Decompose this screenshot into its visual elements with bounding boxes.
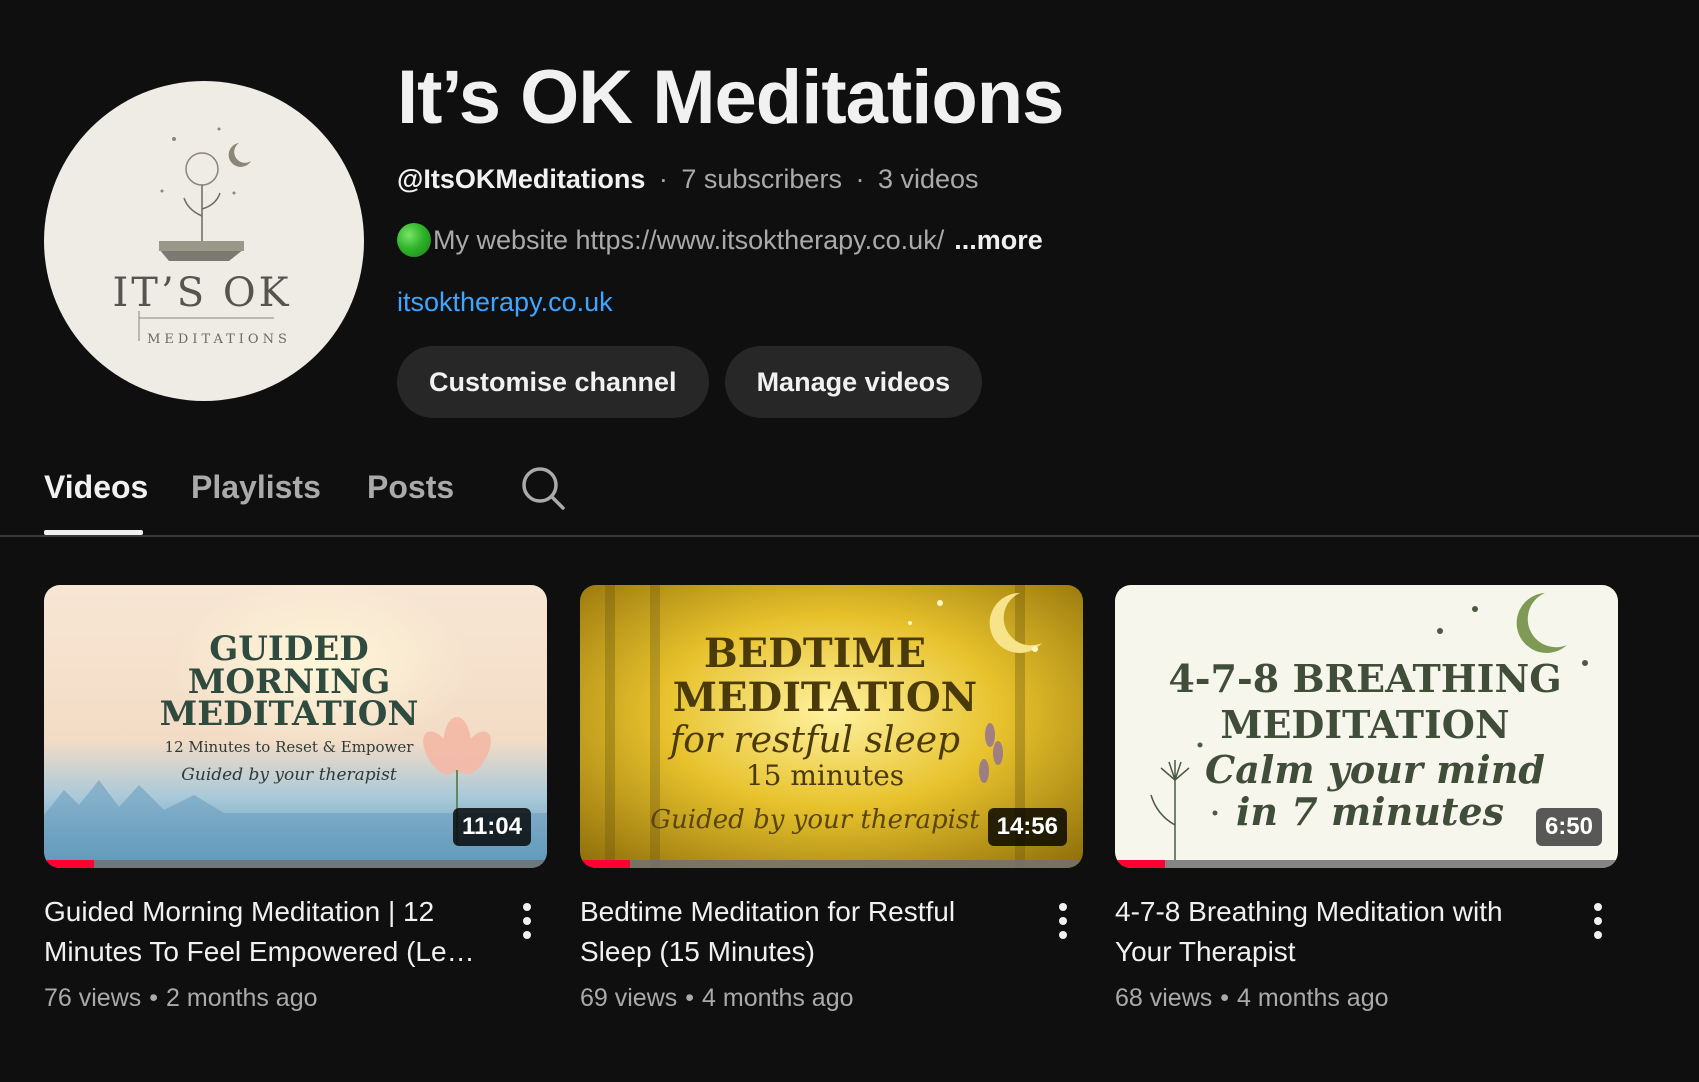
more-button[interactable]: ...more: [954, 225, 1043, 256]
video-title[interactable]: Guided Morning Meditation | 12 Minutes T…: [44, 892, 484, 972]
meta-dot: •: [1220, 984, 1230, 1012]
svg-text:for restful sleep: for restful sleep: [667, 720, 960, 761]
channel-info: It’s OK Meditations @ItsOKMeditations · …: [397, 52, 1064, 418]
more-vert-icon[interactable]: [1045, 897, 1081, 945]
active-tab-indicator: [44, 530, 143, 535]
meta-separator: ·: [855, 164, 865, 194]
upload-age: 2 months ago: [166, 984, 318, 1012]
svg-text:MEDITATION: MEDITATION: [673, 674, 977, 721]
manage-videos-button[interactable]: Manage videos: [724, 346, 983, 418]
svg-text:12 Minutes to Reset & Empower: 12 Minutes to Reset & Empower: [165, 738, 415, 756]
video-meta: 69 views • 4 months ago: [580, 984, 1083, 1013]
channel-meta: @ItsOKMeditations · 7 subscribers · 3 vi…: [397, 164, 1063, 195]
svg-text:15 minutes: 15 minutes: [746, 759, 904, 792]
channel-link-row: itsoktherapy.co.uk: [397, 287, 1063, 318]
channel-avatar[interactable]: IT’S OK MEDITATIONS: [44, 81, 364, 401]
upload-age: 4 months ago: [1237, 984, 1389, 1012]
watch-progress-track: [1115, 860, 1618, 868]
tab-playlists[interactable]: Playlists: [191, 469, 321, 506]
more-vert-icon[interactable]: [509, 897, 545, 945]
view-count: 68 views: [1115, 984, 1213, 1012]
video-meta: 68 views • 4 months ago: [1115, 984, 1618, 1013]
channel-handle: @ItsOKMeditations: [397, 164, 646, 194]
video-card: BEDTIME MEDITATION for restful sleep 15 …: [580, 585, 1083, 1013]
subscriber-count: 7 subscribers: [681, 164, 842, 194]
svg-text:Guided by your therapist: Guided by your therapist: [181, 765, 397, 785]
video-thumbnail[interactable]: GUIDED MORNING MEDITATION 12 Minutes to …: [44, 585, 547, 868]
video-card: GUIDED MORNING MEDITATION 12 Minutes to …: [44, 585, 547, 1013]
channel-actions: Customise channel Manage videos: [397, 346, 1063, 418]
upload-age: 4 months ago: [702, 984, 854, 1012]
channel-description[interactable]: My website https://www.itsoktherapy.co.u…: [397, 223, 1063, 257]
svg-text:MEDITATION: MEDITATION: [160, 694, 419, 734]
video-title[interactable]: 4-7-8 Breathing Meditation with Your The…: [1115, 892, 1555, 972]
meta-dot: •: [149, 984, 159, 1012]
watch-progress-track: [580, 860, 1083, 868]
video-count: 3 videos: [877, 164, 979, 194]
search-icon[interactable]: [520, 465, 566, 511]
svg-text:MEDITATION: MEDITATION: [1220, 702, 1509, 747]
channel-page: IT’S OK MEDITATIONS It’s OK Meditations …: [0, 0, 1699, 1082]
tab-videos[interactable]: Videos: [44, 469, 148, 506]
watch-progress-fill: [580, 860, 631, 868]
customise-channel-button[interactable]: Customise channel: [397, 346, 709, 418]
video-duration: 11:04: [452, 808, 531, 846]
tab-posts[interactable]: Posts: [367, 469, 454, 506]
video-title[interactable]: Bedtime Meditation for Restful Sleep (15…: [580, 892, 1020, 972]
video-duration: 14:56: [987, 808, 1067, 846]
svg-text:Guided by your therapist: Guided by your therapist: [650, 805, 980, 835]
meta-dot: •: [685, 984, 695, 1012]
watch-progress-fill: [1115, 860, 1166, 868]
meta-separator: ·: [658, 164, 668, 194]
avatar-logo: IT’S OK MEDITATIONS: [113, 127, 292, 347]
video-thumbnail[interactable]: BEDTIME MEDITATION for restful sleep 15 …: [580, 585, 1083, 868]
more-vert-icon[interactable]: [1580, 897, 1616, 945]
svg-text:4-7-8 BREATHING: 4-7-8 BREATHING: [1168, 656, 1561, 701]
video-meta: 76 views • 2 months ago: [44, 984, 547, 1013]
watch-progress-track: [44, 860, 547, 868]
view-count: 76 views: [44, 984, 142, 1012]
channel-link[interactable]: itsoktherapy.co.uk: [397, 287, 613, 317]
description-text: My website https://www.itsoktherapy.co.u…: [433, 224, 945, 255]
channel-title: It’s OK Meditations: [397, 55, 1064, 140]
video-card: 4-7-8 BREATHING MEDITATION Calm your min…: [1115, 585, 1618, 1013]
green-circle-icon: [397, 223, 431, 257]
svg-text:BEDTIME: BEDTIME: [704, 630, 926, 677]
video-duration: 6:50: [1535, 808, 1602, 846]
channel-tabs: Videos Playlists Posts: [0, 455, 1699, 537]
video-thumbnail[interactable]: 4-7-8 BREATHING MEDITATION Calm your min…: [1115, 585, 1618, 868]
svg-text:MEDITATIONS: MEDITATIONS: [147, 332, 291, 347]
svg-text:in 7 minutes: in 7 minutes: [1236, 789, 1504, 834]
view-count: 69 views: [580, 984, 678, 1012]
svg-text:Calm your mind: Calm your mind: [1205, 747, 1545, 792]
svg-text:IT’S OK: IT’S OK: [113, 270, 292, 316]
watch-progress-fill: [44, 860, 95, 868]
